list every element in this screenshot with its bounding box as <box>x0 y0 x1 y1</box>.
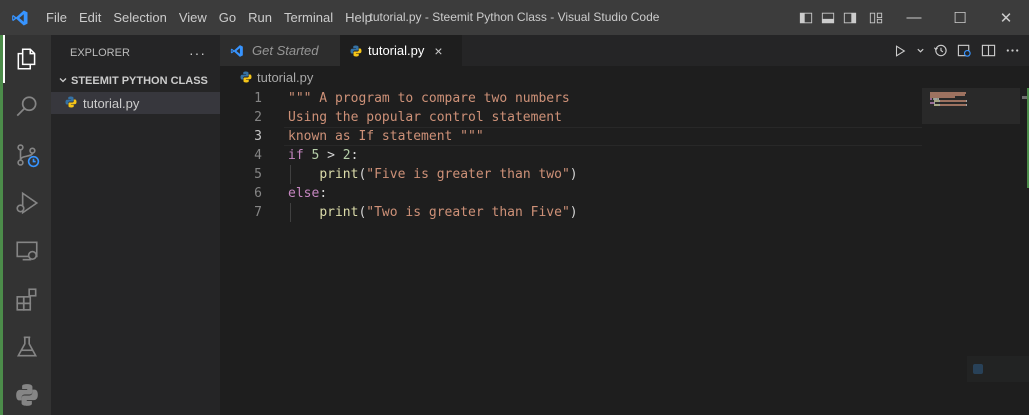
folder-label: STEEMIT PYTHON CLASS <box>71 75 208 87</box>
info-icon <box>973 364 983 374</box>
remote-explorer-icon[interactable] <box>3 227 51 275</box>
run-icon[interactable] <box>891 41 909 61</box>
line-number: 2 <box>254 110 262 125</box>
close-window-button[interactable]: ✕ <box>983 0 1029 35</box>
code-token: "Five is greater than two" <box>366 167 570 182</box>
toggle-primary-sidebar-icon[interactable] <box>795 0 817 35</box>
menu-selection[interactable]: Selection <box>107 0 172 35</box>
code-token: 2 <box>342 148 351 163</box>
tab-tutorial[interactable]: tutorial.py × <box>340 35 462 66</box>
split-editor-icon[interactable] <box>979 41 997 61</box>
minimize-button[interactable]: — <box>891 0 937 35</box>
breadcrumb[interactable]: tutorial.py <box>220 66 1029 88</box>
code-token: : <box>319 186 328 201</box>
activity-bar <box>3 35 51 415</box>
line-number: 4 <box>254 148 262 163</box>
testing-icon[interactable] <box>3 323 51 371</box>
code-line[interactable]: 6 else: <box>220 184 920 203</box>
code-text: Using the popular control statement <box>288 108 562 127</box>
search-icon[interactable] <box>3 83 51 131</box>
editor-tabs: Get Started tutorial.py × <box>220 35 1029 66</box>
code-token: known as If statement """ <box>288 129 484 144</box>
workspace-folder[interactable]: STEEMIT PYTHON CLASS <box>51 70 220 92</box>
notification-hint <box>967 356 1029 382</box>
code-token: Using the popular control statement <box>288 110 562 125</box>
vscode-logo-icon <box>230 44 244 58</box>
tab-label: tutorial.py <box>368 43 425 58</box>
toggle-panel-icon[interactable] <box>817 0 839 35</box>
code-text: known as If statement """ <box>288 127 484 146</box>
minimap-line <box>930 98 932 100</box>
more-actions-icon[interactable] <box>1003 41 1021 61</box>
code-token: ) <box>569 205 578 220</box>
vscode-logo-icon <box>0 0 40 35</box>
source-control-icon[interactable] <box>3 131 51 179</box>
code-text: print("Five is greater than two") <box>288 165 578 184</box>
code-token: """ A program to compare two numbers <box>288 91 570 106</box>
line-number: 5 <box>254 167 262 182</box>
python-file-icon <box>240 71 252 83</box>
code-editor[interactable]: 1 """ A program to compare two numbers 2 Us… <box>220 88 1029 415</box>
close-tab-icon[interactable]: × <box>434 43 442 59</box>
code-token: : <box>350 148 359 163</box>
code-token: if <box>288 148 304 163</box>
minimap-line <box>966 104 967 106</box>
chevron-down-icon[interactable] <box>915 41 925 61</box>
line-number: 7 <box>254 205 262 220</box>
code-token: ) <box>569 167 578 182</box>
tab-get-started[interactable]: Get Started <box>220 35 340 66</box>
code-token: "Two is greater than Five" <box>366 205 570 220</box>
menu-terminal[interactable]: Terminal <box>278 0 339 35</box>
more-actions-icon[interactable]: ··· <box>189 45 206 61</box>
menu-edit[interactable]: Edit <box>73 0 107 35</box>
code-line[interactable]: 4 if 5 > 2: <box>220 146 920 165</box>
customize-layout-icon[interactable] <box>861 0 891 35</box>
minimap-line <box>940 100 966 102</box>
tab-label: Get Started <box>252 43 319 58</box>
minimap-line <box>940 104 966 106</box>
open-preview-icon[interactable] <box>955 41 973 61</box>
minimap-line <box>966 100 967 102</box>
title-bar: File Edit Selection View Go Run Terminal… <box>0 0 1029 35</box>
extensions-icon[interactable] <box>3 275 51 323</box>
line-number: 6 <box>254 186 262 201</box>
code-token: > <box>319 148 343 163</box>
menu-view[interactable]: View <box>173 0 213 35</box>
line-number: 3 <box>254 129 262 144</box>
explorer-sidebar: EXPLORER ··· STEEMIT PYTHON CLASS tutori… <box>51 35 220 415</box>
code-token: else <box>288 186 320 201</box>
code-token: print <box>319 167 359 182</box>
breadcrumb-file[interactable]: tutorial.py <box>257 70 313 85</box>
code-line[interactable]: 7 print("Two is greater than Five") <box>220 203 920 222</box>
menu-file[interactable]: File <box>40 0 73 35</box>
file-label: tutorial.py <box>83 95 140 111</box>
run-debug-icon[interactable] <box>3 179 51 227</box>
line-number: 1 <box>254 91 262 106</box>
menu-go[interactable]: Go <box>213 0 242 35</box>
explorer-icon[interactable] <box>3 35 51 83</box>
code-line[interactable]: 3 known as If statement """ <box>220 127 920 146</box>
code-line[interactable]: 2 Using the popular control statement <box>220 108 920 127</box>
code-token: print <box>319 205 359 220</box>
code-text: if 5 > 2: <box>288 146 358 165</box>
python-file-icon <box>350 45 362 57</box>
code-line[interactable]: 5 print("Five is greater than two") <box>220 165 920 184</box>
timeline-icon[interactable] <box>931 41 949 61</box>
menu-run[interactable]: Run <box>242 0 278 35</box>
toggle-secondary-sidebar-icon[interactable] <box>839 0 861 35</box>
chevron-down-icon <box>55 75 71 88</box>
maximize-button[interactable]: ☐ <box>937 0 983 35</box>
menu-help[interactable]: Help <box>339 0 378 35</box>
code-text: else: <box>288 184 327 203</box>
code-text: """ A program to compare two numbers <box>288 89 570 108</box>
explorer-title: EXPLORER <box>70 46 130 59</box>
python-file-icon <box>65 96 77 111</box>
code-text: print("Two is greater than Five") <box>288 203 578 222</box>
code-line[interactable]: 1 """ A program to compare two numbers <box>220 89 920 108</box>
menu-bar: File Edit Selection View Go Run Terminal… <box>40 0 378 35</box>
file-item-tutorial[interactable]: tutorial.py <box>51 92 220 114</box>
python-icon[interactable] <box>3 371 51 415</box>
